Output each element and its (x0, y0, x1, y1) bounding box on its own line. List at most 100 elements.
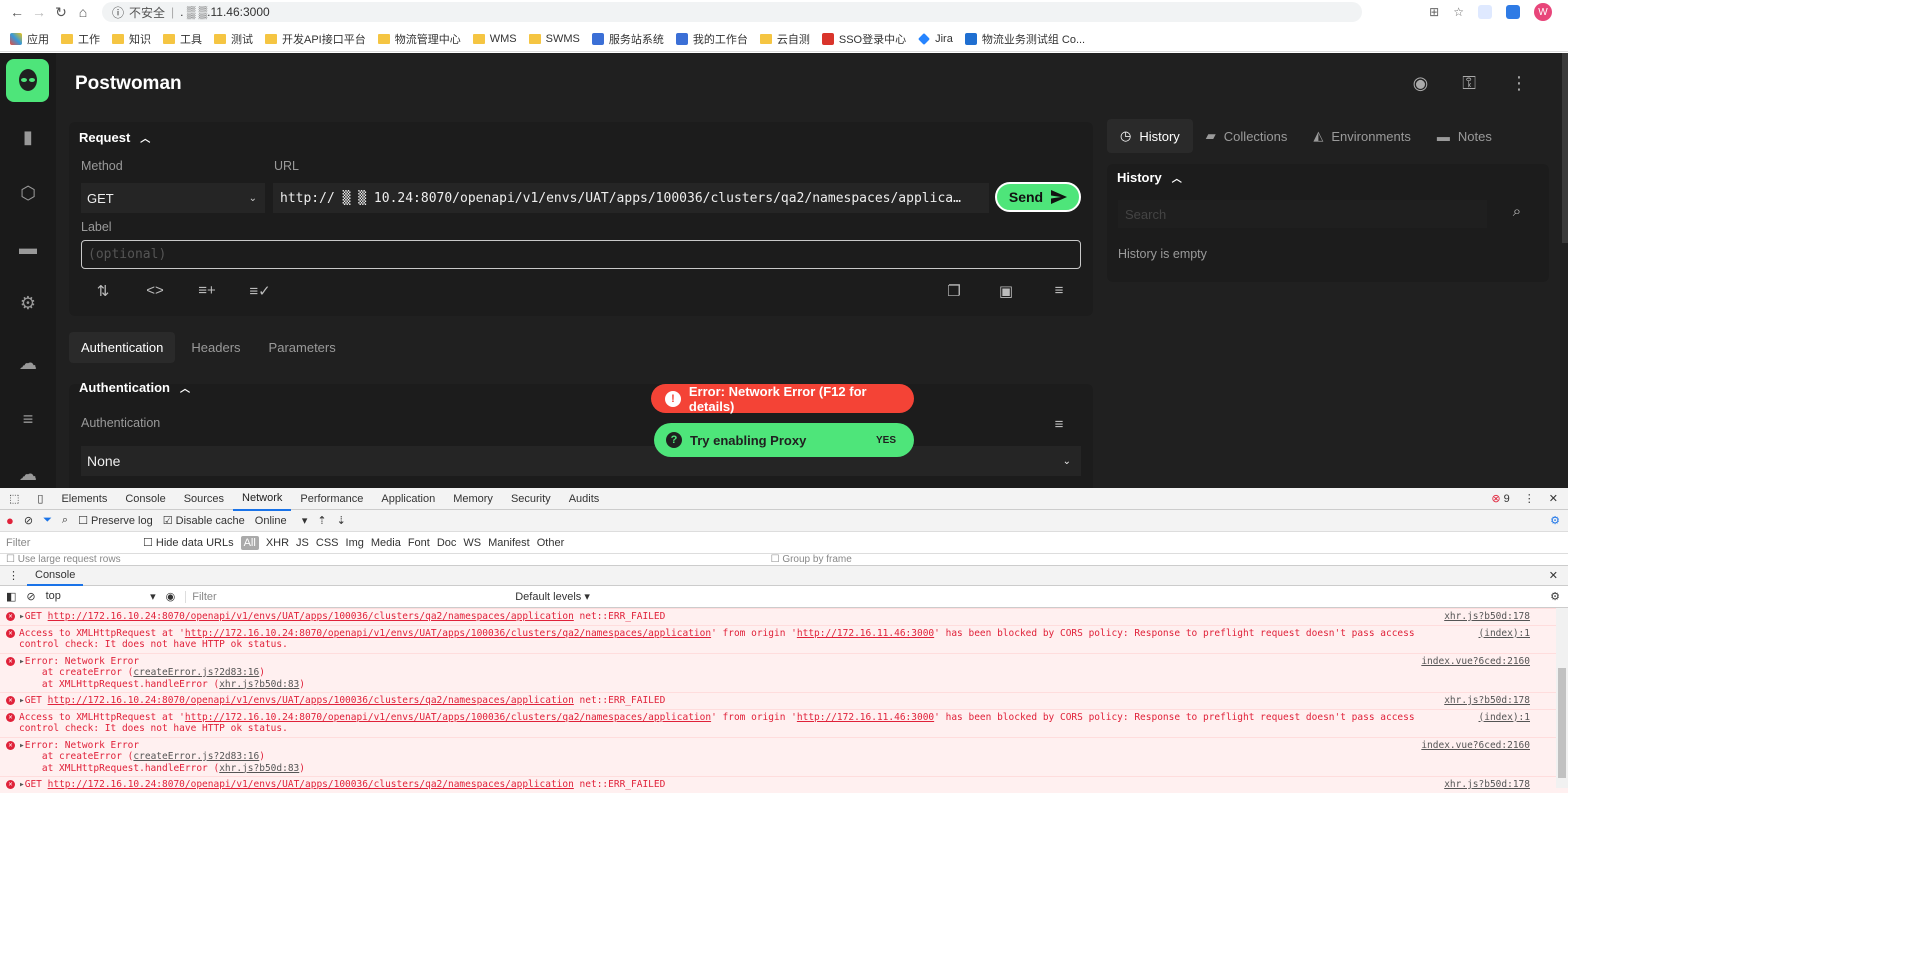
search-icon[interactable]: ⌕ (1506, 203, 1528, 220)
history-search-input[interactable]: Search (1118, 200, 1487, 228)
filter-type[interactable]: JS (296, 537, 309, 549)
log-link[interactable]: http://172.16.10.24:8070/openapi/v1/envs… (185, 628, 711, 639)
avatar[interactable]: W (1534, 3, 1552, 21)
bookmark-link[interactable]: SSO登录中心 (821, 31, 906, 47)
log-link[interactable]: xhr.js?b50d:83 (219, 679, 299, 690)
console-error-row[interactable]: ✕ ▸Error: Network Error at createError (… (0, 736, 1568, 776)
preserve-log-checkbox[interactable]: ☐ Preserve log (78, 514, 153, 527)
filter-input[interactable]: Filter (6, 537, 136, 549)
console-filter-input[interactable]: Filter (185, 590, 505, 603)
throttle-select[interactable]: Online ▾ (255, 514, 308, 527)
context-select[interactable]: top ▾ (46, 590, 156, 603)
logo[interactable] (6, 59, 49, 102)
bookmark-link[interactable]: Jira (918, 33, 953, 45)
filter-type-all[interactable]: All (240, 535, 259, 550)
devtools-tab[interactable]: Console (116, 488, 174, 510)
tab-headers[interactable]: Headers (179, 332, 252, 363)
devtools-tab[interactable]: Performance (291, 488, 372, 510)
history-section-header[interactable]: History ︿ (1117, 170, 1182, 185)
github-icon[interactable]: ◉ (1413, 73, 1429, 94)
log-levels-select[interactable]: Default levels ▾ (515, 590, 590, 603)
devtools-tab[interactable]: Sources (175, 488, 233, 510)
log-link[interactable]: http://172.16.10.24:8070/openapi/v1/envs… (48, 611, 574, 622)
devtools-tab[interactable]: Elements (52, 488, 116, 510)
bookmark-link[interactable]: 服务站系统 (591, 31, 664, 47)
device-toggle-icon[interactable]: ▯ (28, 488, 52, 510)
group-by-frame-checkbox[interactable]: ☐ Group by frame (771, 554, 852, 565)
eye-icon[interactable]: ◉ (166, 590, 176, 603)
bookmark-folder[interactable]: WMS (472, 33, 517, 45)
settings-icon[interactable]: ⚙ (1550, 514, 1560, 527)
log-link[interactable]: createError.js?2d83:16 (133, 667, 259, 678)
cloud-upload-icon[interactable]: ☁ (16, 351, 40, 375)
reload-icon[interactable]: ↻ (50, 4, 72, 21)
clear-all-icon[interactable]: ≡ (1048, 416, 1070, 433)
forward-icon[interactable]: → (28, 4, 50, 20)
tab-history[interactable]: ◷ History (1107, 119, 1193, 153)
info-icon[interactable]: ⓘ (112, 4, 124, 21)
log-link[interactable]: http://172.16.11.46:3000 (797, 628, 934, 639)
search-icon[interactable]: ⌕ (62, 514, 68, 527)
bookmark-folder[interactable]: 知识 (112, 31, 151, 47)
console-error-row[interactable]: ✕ Access to XMLHttpRequest at 'http://17… (0, 624, 1568, 653)
filter-icon[interactable]: ⏷ (43, 514, 52, 527)
error-counter[interactable]: ⊗ 9 (1491, 492, 1509, 505)
log-source-link[interactable]: index.vue?6ced:2160 (1421, 656, 1530, 668)
gear-icon[interactable]: ⚙ (16, 291, 40, 315)
extension-feather-icon[interactable] (1478, 5, 1492, 19)
cloud-download-icon[interactable]: ☁ (16, 462, 40, 486)
method-select[interactable]: GET ⌄ (81, 183, 265, 213)
close-drawer-icon[interactable]: ✕ (1549, 569, 1568, 582)
console-error-row[interactable]: ✕ ▸GET http://172.16.10.24:8070/openapi/… (0, 776, 1568, 793)
bookmark-folder[interactable]: SWMS (528, 33, 580, 45)
log-source-link[interactable]: xhr.js?b50d:178 (1444, 695, 1530, 707)
bookmark-folder[interactable]: 测试 (214, 31, 253, 47)
tab-environments[interactable]: ◭ Environments (1300, 119, 1423, 153)
bookmark-folder[interactable]: 云自测 (759, 31, 810, 47)
log-link[interactable]: http://172.16.10.24:8070/openapi/v1/envs… (48, 779, 574, 790)
drawer-menu-icon[interactable]: ⋮ (0, 569, 27, 582)
tab-collections[interactable]: ▰ Collections (1193, 119, 1301, 153)
bookmark-apps[interactable]: 应用 (10, 31, 49, 47)
back-icon[interactable]: ← (6, 4, 28, 20)
large-rows-checkbox[interactable]: ☐ Use large request rows (6, 554, 121, 565)
clear-console-icon[interactable]: ⊘ (26, 590, 35, 603)
bookmark-folder[interactable]: 工作 (61, 31, 100, 47)
filter-type[interactable]: Font (408, 537, 430, 549)
log-source-link[interactable]: index.vue?6ced:2160 (1421, 740, 1530, 752)
authentication-select[interactable]: None ⌄ (81, 446, 1081, 476)
record-icon[interactable]: ● (6, 513, 14, 528)
book-icon[interactable]: ▬ (16, 236, 40, 260)
console-scrollbar[interactable] (1556, 608, 1568, 788)
filter-type[interactable]: Other (537, 537, 565, 549)
console-error-row[interactable]: ✕ ▸Error: Network Error at createError (… (0, 652, 1568, 692)
bookmark-folder[interactable]: 物流管理中心 (377, 31, 461, 47)
console-error-row[interactable]: ✕ ▸GET http://172.16.10.24:8070/openapi/… (0, 608, 1568, 625)
log-source-link[interactable]: (index):1 (1479, 712, 1530, 724)
bookmark-folder[interactable]: 工具 (163, 31, 202, 47)
playlist-add-icon[interactable]: ≡+ (196, 282, 218, 299)
bookmark-link[interactable]: 物流业务测试组 Co... (964, 31, 1085, 47)
devtools-tab-network[interactable]: Network (233, 487, 292, 511)
disable-cache-checkbox[interactable]: ☑ Disable cache (163, 514, 245, 527)
more-vertical-icon[interactable]: ⋮ (1524, 492, 1535, 505)
console-error-row[interactable]: ✕ Access to XMLHttpRequest at 'http://17… (0, 708, 1568, 737)
log-link[interactable]: createError.js?2d83:16 (133, 751, 259, 762)
label-input[interactable]: (optional) (81, 240, 1081, 269)
request-section-header[interactable]: Request ︿ (79, 130, 150, 145)
log-link[interactable]: xhr.js?b50d:83 (219, 763, 299, 774)
authentication-section-header[interactable]: Authentication ︿ (79, 380, 190, 395)
log-link[interactable]: http://172.16.10.24:8070/openapi/v1/envs… (185, 712, 711, 723)
close-icon[interactable]: ✕ (1549, 492, 1558, 505)
tab-parameters[interactable]: Parameters (257, 332, 348, 363)
devtools-tab[interactable]: Application (372, 488, 444, 510)
devtools-tab[interactable]: Security (502, 488, 560, 510)
graphql-icon[interactable]: ⬡ (16, 181, 40, 205)
bookmark-folder[interactable]: 开发API接口平台 (265, 31, 366, 47)
send-button[interactable]: Send (995, 182, 1081, 212)
key-icon[interactable]: ⚿ (1462, 73, 1476, 94)
hide-data-urls-checkbox[interactable]: ☐ Hide data URLs (143, 536, 234, 549)
clear-icon[interactable]: ⊘ (24, 514, 33, 527)
bookmark-link[interactable]: 我的工作台 (675, 31, 748, 47)
filter-type[interactable]: XHR (266, 537, 289, 549)
